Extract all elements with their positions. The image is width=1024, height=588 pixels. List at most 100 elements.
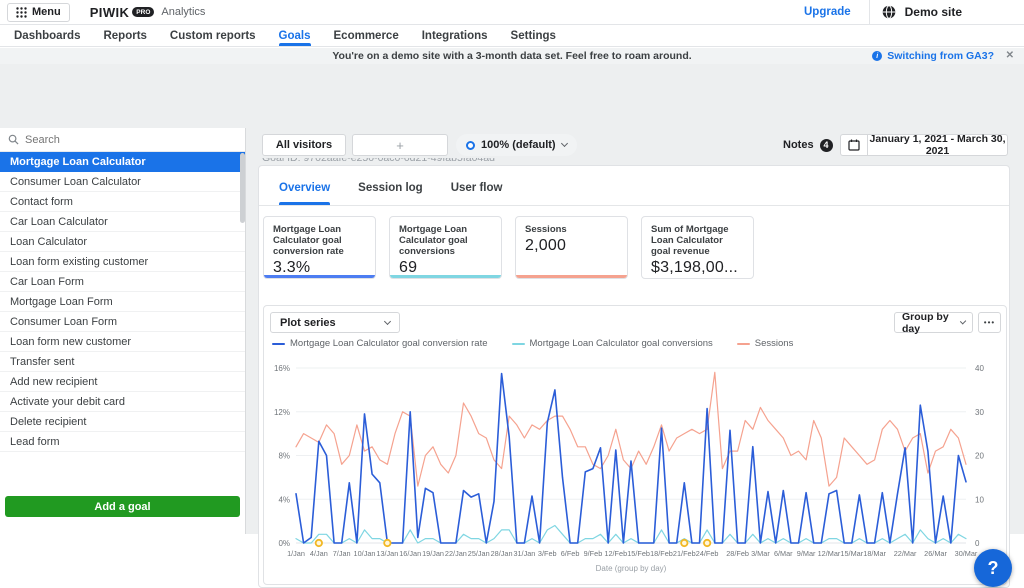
info-icon: i xyxy=(872,51,882,61)
svg-text:30: 30 xyxy=(975,408,984,417)
sidebar-item-mortgage-loan-calculator[interactable]: Mortgage Loan Calculator xyxy=(0,152,245,172)
nav-tab-reports[interactable]: Reports xyxy=(103,25,146,46)
nav-tab-custom-reports[interactable]: Custom reports xyxy=(170,25,256,46)
nav-tab-goals[interactable]: Goals xyxy=(279,25,311,46)
legend-label: Mortgage Loan Calculator goal conversion… xyxy=(530,338,713,349)
svg-text:4/Jan: 4/Jan xyxy=(310,549,328,558)
svg-text:3/Mar: 3/Mar xyxy=(751,549,770,558)
brand-piwik: PIWIK xyxy=(90,5,130,20)
tab-user-flow[interactable]: User flow xyxy=(451,182,503,205)
menu-button[interactable]: Menu xyxy=(7,3,70,22)
sidebar-item-car-loan-calculator[interactable]: Car Loan Calculator xyxy=(0,212,245,232)
segment-all-visitors-button[interactable]: All visitors xyxy=(262,134,346,156)
kpi-value: $3,198,00... xyxy=(651,259,744,277)
kpi-title: Sessions xyxy=(525,224,618,235)
date-range-value: January 1, 2021 - March 30, 2021 xyxy=(868,133,1007,157)
svg-text:10/Jan: 10/Jan xyxy=(354,549,376,558)
svg-text:18/Mar: 18/Mar xyxy=(863,549,886,558)
more-options-button[interactable]: ••• xyxy=(978,312,1001,333)
goal-list: Mortgage Loan CalculatorConsumer Loan Ca… xyxy=(0,152,245,452)
svg-text:28/Jan: 28/Jan xyxy=(491,549,513,558)
demo-banner-message: You're on a demo site with a 3-month dat… xyxy=(332,50,691,62)
nav-tab-integrations[interactable]: Integrations xyxy=(422,25,488,46)
notes-count-badge: 4 xyxy=(820,139,833,152)
goals-sidebar: Mortgage Loan CalculatorConsumer Loan Ca… xyxy=(0,128,246,534)
help-button[interactable]: ? xyxy=(974,549,1012,587)
kpi-title: Mortgage Loan Calculator goal conversion… xyxy=(399,224,492,257)
main-nav: Dashboards Reports Custom reports Goals Ecom… xyxy=(0,25,1024,47)
top-bar-right: Upgrade Demo site xyxy=(804,0,1024,24)
sidebar-item-loan-form-new-customer[interactable]: Loan form new customer xyxy=(0,332,245,352)
search-input[interactable] xyxy=(25,134,237,146)
nav-tab-ecommerce[interactable]: Ecommerce xyxy=(334,25,399,46)
svg-text:22/Mar: 22/Mar xyxy=(894,549,917,558)
legend-item-mortgage-loan-calculator-goal-conversion-rate[interactable]: Mortgage Loan Calculator goal conversion… xyxy=(272,338,488,349)
notes-control[interactable]: Notes 4 xyxy=(783,134,833,156)
svg-text:8%: 8% xyxy=(278,452,290,461)
sidebar-item-consumer-loan-form[interactable]: Consumer Loan Form xyxy=(0,312,245,332)
svg-text:19/Jan: 19/Jan xyxy=(422,549,444,558)
svg-text:7/Jan: 7/Jan xyxy=(333,549,351,558)
chevron-down-icon xyxy=(384,317,391,324)
sidebar-item-lead-form[interactable]: Lead form xyxy=(0,432,245,452)
sidebar-scrollbar[interactable] xyxy=(240,153,245,223)
sidebar-item-contact-form[interactable]: Contact form xyxy=(0,192,245,212)
sidebar-item-mortgage-loan-form[interactable]: Mortgage Loan Form xyxy=(0,292,245,312)
sidebar-item-consumer-loan-calculator[interactable]: Consumer Loan Calculator xyxy=(0,172,245,192)
legend-item-sessions[interactable]: Sessions xyxy=(737,338,794,349)
top-bar: Menu PIWIK PRO Analytics Upgrade Demo si… xyxy=(0,0,1024,25)
tab-session-log[interactable]: Session log xyxy=(358,182,423,205)
group-by-dropdown[interactable]: Group by day xyxy=(894,312,973,333)
svg-text:6/Mar: 6/Mar xyxy=(774,549,793,558)
plot-series-label: Plot series xyxy=(280,317,336,329)
svg-text:0%: 0% xyxy=(278,539,290,548)
legend-item-mortgage-loan-calculator-goal-conversions[interactable]: Mortgage Loan Calculator goal conversion… xyxy=(512,338,713,349)
sidebar-item-car-loan-form[interactable]: Car Loan Form xyxy=(0,272,245,292)
goal-metrics-chart[interactable]: 0%04%108%2012%3016%401/Jan4/Jan7/Jan10/J… xyxy=(266,358,1002,582)
content-area: Mortgage Loan CalculatorConsumer Loan Ca… xyxy=(0,64,1024,534)
svg-text:16/Jan: 16/Jan xyxy=(399,549,421,558)
kpi-title: Sum of Mortgage Loan Calculator goal rev… xyxy=(651,224,744,257)
ga3-notice-link[interactable]: i Switching from GA3? xyxy=(872,48,994,64)
add-goal-button[interactable]: Add a goal xyxy=(5,496,240,517)
legend-label: Sessions xyxy=(755,338,794,349)
sidebar-item-transfer-sent[interactable]: Transfer sent xyxy=(0,352,245,372)
svg-text:10: 10 xyxy=(975,495,984,504)
sidebar-item-activate-your-debit-card[interactable]: Activate your debit card xyxy=(0,392,245,412)
notes-label: Notes xyxy=(783,139,814,151)
legend-swatch xyxy=(737,343,750,345)
sampling-status-icon xyxy=(466,141,475,150)
svg-text:9/Mar: 9/Mar xyxy=(797,549,816,558)
sidebar-item-loan-calculator[interactable]: Loan Calculator xyxy=(0,232,245,252)
nav-tab-settings[interactable]: Settings xyxy=(511,25,556,46)
sampling-selector[interactable]: 100% (default) xyxy=(456,134,577,156)
banner-close-icon[interactable]: ✕ xyxy=(1006,50,1014,61)
brand-pro-badge: PRO xyxy=(132,7,154,17)
top-bar-divider xyxy=(869,0,870,25)
chart-panel: Plot series Group by day ••• Mortgage Lo… xyxy=(263,305,1007,585)
legend-swatch xyxy=(272,343,285,345)
site-selector[interactable]: Demo site xyxy=(905,5,962,19)
tab-overview[interactable]: Overview xyxy=(279,182,330,205)
kpi-card-mortgage-loan-calculator-goal-conversion-rate: Mortgage Loan Calculator goal conversion… xyxy=(263,216,376,279)
svg-text:16%: 16% xyxy=(274,364,290,373)
add-segment-button[interactable]: + xyxy=(352,134,448,156)
kpi-card-sessions: Sessions2,000 xyxy=(515,216,628,279)
kpi-accent-bar xyxy=(264,275,375,278)
search-icon xyxy=(8,134,19,145)
sampling-label: 100% (default) xyxy=(481,139,556,151)
svg-text:22/Jan: 22/Jan xyxy=(445,549,467,558)
sidebar-item-add-new-recipient[interactable]: Add new recipient xyxy=(0,372,245,392)
svg-text:25/Jan: 25/Jan xyxy=(468,549,490,558)
legend-label: Mortgage Loan Calculator goal conversion… xyxy=(290,338,488,349)
sidebar-item-loan-form-existing-customer[interactable]: Loan form existing customer xyxy=(0,252,245,272)
legend-swatch xyxy=(512,343,525,345)
nav-tab-dashboards[interactable]: Dashboards xyxy=(14,25,80,46)
upgrade-link[interactable]: Upgrade xyxy=(804,6,851,18)
chart-legend: Mortgage Loan Calculator goal conversion… xyxy=(272,338,793,349)
menu-label: Menu xyxy=(32,6,61,18)
group-by-label: Group by day xyxy=(902,311,961,335)
sidebar-item-delete-recipient[interactable]: Delete recipient xyxy=(0,412,245,432)
date-range-picker[interactable]: January 1, 2021 - March 30, 2021 xyxy=(840,134,1008,156)
plot-series-dropdown[interactable]: Plot series xyxy=(270,312,400,333)
